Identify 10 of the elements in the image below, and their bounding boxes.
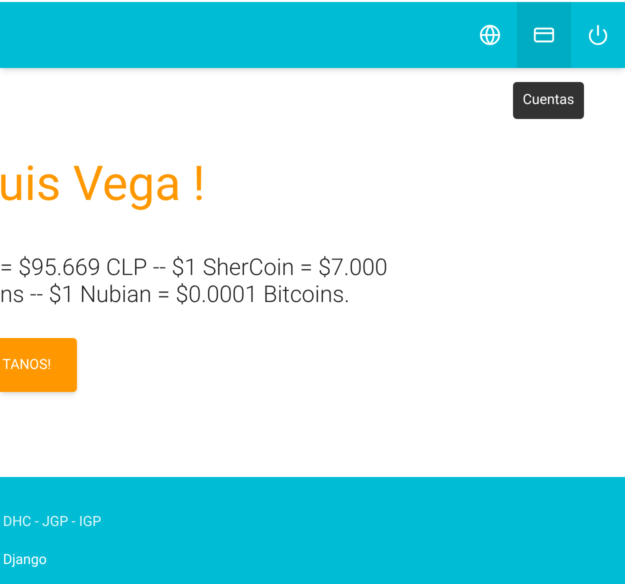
- exchange-rate-text: ns -- $1 Nubian = $0.0001 Bitcoins.: [0, 281, 351, 308]
- power-icon: [587, 24, 609, 46]
- greeting-heading: uis Vega !: [0, 154, 206, 214]
- footer-text: DHC - JGP - IGP: [2, 513, 102, 531]
- contact-button[interactable]: TANOS!: [0, 338, 77, 392]
- globe-icon: [479, 24, 501, 46]
- tooltip: Cuentas: [513, 82, 584, 119]
- exchange-rate-text: = $95.669 CLP -- $1 SherCoin = $7.000: [0, 254, 388, 281]
- footer-text: Django: [2, 551, 48, 569]
- nav-button[interactable]: [517, 2, 571, 68]
